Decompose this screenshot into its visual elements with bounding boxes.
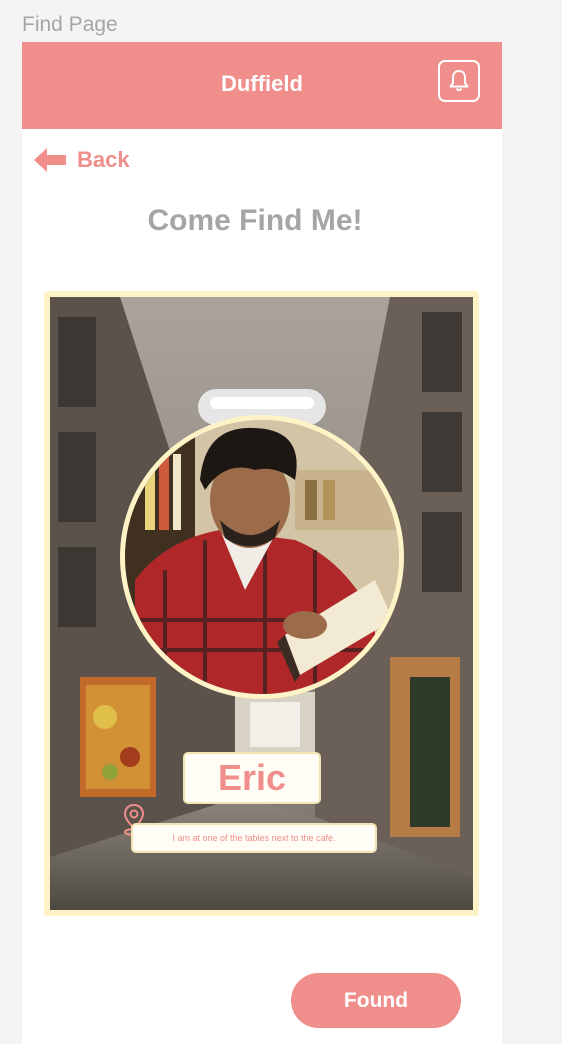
found-button[interactable]: Found (291, 973, 461, 1028)
location-text: I am at one of the tables next to the ca… (172, 833, 336, 843)
arrow-left-icon (34, 148, 66, 172)
page-heading: Come Find Me! (147, 204, 363, 237)
profile-photo-image (125, 420, 399, 694)
back-button[interactable]: Back (33, 145, 130, 175)
app-header: Duffield (22, 42, 502, 129)
location-note: I am at one of the tables next to the ca… (131, 823, 377, 853)
frame-label: Find Page (22, 13, 118, 36)
notifications-button[interactable] (438, 60, 480, 102)
name-badge: Eric (183, 752, 321, 804)
profile-card: Eric I am at one of the tables next to t… (44, 291, 479, 916)
bell-icon (449, 70, 469, 92)
phone-screen: Duffield Back Come Find Me! Eric I am at… (22, 42, 502, 1044)
header-title: Duffield (221, 71, 303, 96)
person-name: Eric (217, 757, 287, 798)
back-label: Back (77, 147, 130, 172)
profile-photo (120, 415, 404, 699)
